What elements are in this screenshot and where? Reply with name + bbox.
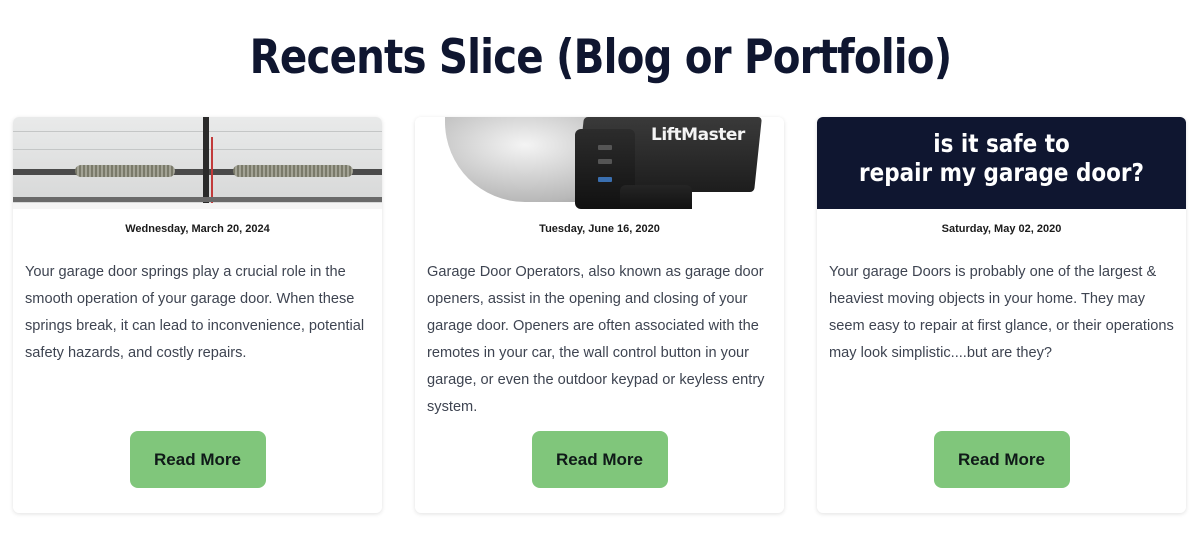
card-date: Tuesday, June 16, 2020 <box>539 223 660 235</box>
center-bracket <box>203 117 209 209</box>
read-more-button[interactable]: Read More <box>531 431 668 488</box>
banner-line-2: repair my garage door? <box>859 158 1144 187</box>
read-more-button[interactable]: Read More <box>933 431 1070 488</box>
blog-card: Wednesday, March 20, 2024 Your garage do… <box>13 117 382 513</box>
blog-card: is it safe to repair my garage door? Sat… <box>817 117 1186 513</box>
card-date: Saturday, May 02, 2020 <box>941 223 1062 235</box>
read-more-button[interactable]: Read More <box>129 431 266 488</box>
spring-left <box>75 165 175 177</box>
ceiling-line <box>13 131 382 132</box>
remote-button <box>598 145 612 150</box>
card-excerpt: Your garage Doors is probably one of the… <box>829 264 1174 361</box>
liftmaster-logo: LiftMaster <box>651 125 745 145</box>
blog-card: LiftMaster Tuesday, June 16, 2020 Garage… <box>415 117 784 513</box>
remote-light <box>598 177 612 182</box>
section-title: Recents Slice (Blog or Portfolio) <box>249 30 953 85</box>
card-image-liftmaster[interactable]: LiftMaster <box>415 117 784 209</box>
banner-text: is it safe to repair my garage door? <box>843 129 1160 187</box>
card-excerpt: Garage Door Operators, also known as gar… <box>427 264 765 415</box>
remote-button <box>598 159 612 164</box>
lower-rail <box>13 197 382 202</box>
spring-right <box>233 165 353 177</box>
keypad <box>620 185 692 209</box>
card-date: Wednesday, March 20, 2024 <box>125 223 270 235</box>
banner-line-1: is it safe to <box>933 129 1070 158</box>
ceiling-line <box>13 149 382 150</box>
card-image-garage-springs[interactable] <box>13 117 382 209</box>
door-edge <box>13 203 382 209</box>
card-excerpt: Your garage door springs play a crucial … <box>25 264 365 361</box>
card-image-banner[interactable]: is it safe to repair my garage door? <box>817 117 1186 209</box>
